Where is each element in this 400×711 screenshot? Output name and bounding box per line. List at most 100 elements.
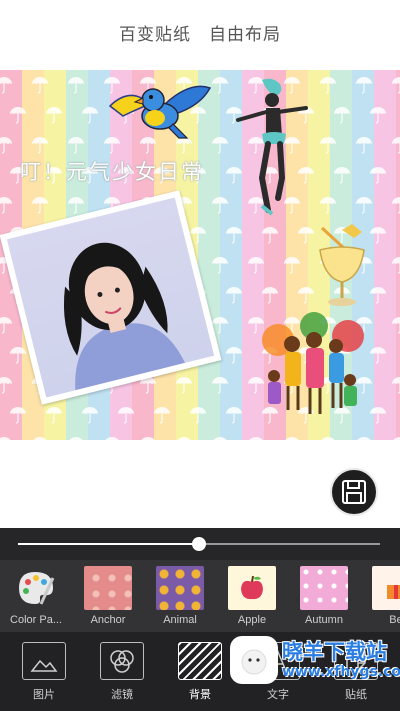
umbrella-icon <box>391 376 400 394</box>
tab-image[interactable]: 图片 <box>14 642 74 702</box>
family-sticker[interactable] <box>258 310 370 420</box>
umbrella-icon <box>0 316 13 334</box>
canvas-caption[interactable]: 叮！元气少女日常 <box>20 156 204 186</box>
bg-item-label: Be <box>389 614 400 626</box>
umbrella-icon <box>283 256 301 274</box>
umbrella-icon <box>175 376 193 394</box>
umbrella-icon <box>67 436 85 440</box>
umbrella-icon <box>369 166 387 184</box>
tab-label: 图片 <box>33 688 55 701</box>
background-picker[interactable]: Color Pa... Anchor Animal Apple Autumn B… <box>0 560 400 632</box>
anchor-pattern-thumb <box>84 566 132 610</box>
umbrella-icon <box>261 286 279 304</box>
umbrella-icon <box>211 256 229 274</box>
floppy-disk-icon <box>342 480 366 504</box>
umbrella-icon <box>355 436 373 440</box>
umbrella-icon <box>67 136 85 154</box>
umbrella-icon <box>261 226 279 244</box>
drink-sticker[interactable] <box>312 220 372 310</box>
umbrella-icon <box>369 226 387 244</box>
bg-item-animal[interactable]: Animal <box>150 566 210 626</box>
umbrella-icon <box>391 196 400 214</box>
umbrella-icon <box>0 136 13 154</box>
umbrella-icon <box>45 106 63 124</box>
bg-item-anchor[interactable]: Anchor <box>78 566 138 626</box>
umbrella-icon <box>31 76 49 94</box>
umbrella-icon <box>67 196 85 214</box>
tab-label: 滤镜 <box>111 688 133 701</box>
apple-pattern-thumb <box>228 566 276 610</box>
umbrella-icon <box>153 406 171 424</box>
background-icon <box>178 642 222 680</box>
umbrella-icon <box>369 286 387 304</box>
bg-item-label: Apple <box>237 614 267 626</box>
umbrella-icon <box>211 376 229 394</box>
image-icon <box>22 642 66 680</box>
collage-canvas[interactable]: 叮！元气少女日常 <box>0 70 400 440</box>
watermark-url: www.xfhygs.com <box>282 664 400 680</box>
page-title: 百变贴纸 自由布局 <box>119 25 281 45</box>
umbrella-icon <box>369 406 387 424</box>
umbrella-icon <box>391 76 400 94</box>
bg-item-autumn[interactable]: Autumn <box>294 566 354 626</box>
umbrella-icon <box>0 376 13 394</box>
umbrella-icon <box>319 196 337 214</box>
umbrella-icon <box>0 76 13 94</box>
umbrella-icon <box>189 226 207 244</box>
header: 百变贴纸 自由布局 <box>0 0 400 70</box>
umbrella-icon <box>369 106 387 124</box>
umbrella-icon <box>369 346 387 364</box>
animal-pattern-thumb <box>156 566 204 610</box>
bg-item-be[interactable]: Be <box>366 566 400 626</box>
umbrella-icon <box>9 106 27 124</box>
slider-fill <box>18 543 199 545</box>
bg-item-label: Anchor <box>90 614 126 626</box>
umbrella-icon <box>67 76 85 94</box>
umbrella-icon <box>31 136 49 154</box>
opacity-slider[interactable] <box>0 528 400 560</box>
filter-icon <box>100 642 144 680</box>
umbrella-icon <box>0 196 13 214</box>
autumn-pattern-thumb <box>300 566 348 610</box>
umbrella-icon <box>247 256 265 274</box>
portrait-image <box>63 242 186 391</box>
bg-item-label: Animal <box>163 614 197 626</box>
bg-item-color-palette[interactable]: Color Pa... <box>6 566 66 626</box>
umbrella-icon <box>391 256 400 274</box>
umbrella-icon <box>355 136 373 154</box>
umbrella-icon <box>391 316 400 334</box>
umbrella-icon <box>189 406 207 424</box>
tab-label: 背景 <box>189 688 211 701</box>
bird-sticker[interactable] <box>105 76 215 146</box>
umbrella-icon <box>319 436 337 440</box>
umbrella-icon <box>225 286 243 304</box>
watermark: 晓羊下载站 www.xfhygs.com <box>228 630 400 711</box>
bg-item-label: Autumn <box>305 614 343 626</box>
umbrella-icon <box>81 106 99 124</box>
bg-item-label: Color Pa... <box>10 614 62 626</box>
umbrella-icon <box>355 196 373 214</box>
watermark-logo <box>230 636 278 684</box>
umbrella-icon <box>45 406 63 424</box>
bg-item-apple[interactable]: Apple <box>222 566 282 626</box>
umbrella-icon <box>391 136 400 154</box>
umbrella-icon <box>319 76 337 94</box>
umbrella-icon <box>175 436 193 440</box>
umbrella-icon <box>211 436 229 440</box>
umbrella-icon <box>283 436 301 440</box>
save-button[interactable] <box>330 468 378 516</box>
umbrella-icon <box>319 136 337 154</box>
tab-filter[interactable]: 滤镜 <box>92 642 152 702</box>
umbrella-icon <box>355 76 373 94</box>
slider-thumb[interactable] <box>192 537 206 551</box>
umbrella-icon <box>211 196 229 214</box>
be-pattern-thumb <box>372 566 400 610</box>
umbrella-icon <box>9 406 27 424</box>
umbrella-icon <box>117 406 135 424</box>
tab-background[interactable]: 背景 <box>170 642 230 702</box>
umbrella-icon <box>103 436 121 440</box>
umbrella-icon <box>247 436 265 440</box>
umbrella-icon <box>333 166 351 184</box>
dancer-sticker[interactable] <box>232 78 312 218</box>
umbrella-icon <box>225 226 243 244</box>
